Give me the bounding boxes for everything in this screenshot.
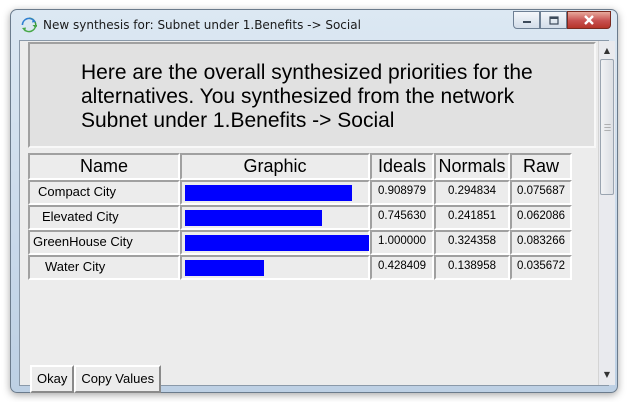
priority-bar-cell	[180, 230, 370, 255]
copy-values-button[interactable]: Copy Values	[74, 365, 162, 393]
priority-bar	[185, 235, 369, 251]
cell-name: Water City	[28, 255, 180, 280]
grip-icon: — — —	[604, 120, 611, 134]
dialog-body: Here are the overall synthesized priorit…	[19, 40, 615, 393]
synthesis-window: New synthesis for: Subnet under 1.Benefi…	[10, 9, 618, 393]
message-line-2: alternatives. You synthesized from the n…	[81, 85, 515, 108]
caption-buttons	[513, 11, 611, 29]
scrollbar-thumb[interactable]: — — —	[600, 59, 614, 195]
cell-raw: 0.062086	[510, 205, 572, 230]
priority-bar-cell	[180, 255, 370, 280]
priority-bar-cell	[180, 205, 370, 230]
cell-raw: 0.083266	[510, 230, 572, 255]
cell-normals: 0.138958	[434, 255, 510, 280]
close-icon	[584, 15, 594, 25]
header-graphic: Graphic	[180, 153, 370, 180]
maximize-icon	[548, 15, 559, 25]
message-panel: Here are the overall synthesized priorit…	[28, 42, 596, 148]
message-line-3: Subnet under 1.Benefits -> Social	[81, 109, 395, 132]
cell-normals: 0.294834	[434, 180, 510, 205]
refresh-sync-icon	[21, 17, 37, 33]
cell-ideals: 0.745630	[370, 205, 434, 230]
maximize-button[interactable]	[540, 11, 567, 29]
cell-ideals: 0.908979	[370, 180, 434, 205]
cell-normals: 0.241851	[434, 205, 510, 230]
scroll-down-arrow-icon[interactable]: ▼	[599, 367, 615, 383]
header-raw: Raw	[510, 153, 572, 180]
scroll-up-arrow-icon[interactable]: ▲	[599, 43, 615, 59]
message-text: Here are the overall synthesized priorit…	[81, 61, 591, 133]
header-name: Name	[28, 153, 180, 180]
priority-bar	[185, 185, 352, 201]
minimize-button[interactable]	[513, 11, 540, 29]
header-ideals: Ideals	[370, 153, 434, 180]
window-title: New synthesis for: Subnet under 1.Benefi…	[43, 18, 361, 32]
cell-name: GreenHouse City	[28, 230, 180, 255]
message-line-1: Here are the overall synthesized priorit…	[81, 61, 533, 84]
okay-button[interactable]: Okay	[30, 365, 75, 393]
dialog-buttons: Okay Copy Values	[30, 365, 162, 393]
priority-bar	[185, 210, 322, 226]
priority-bar	[185, 260, 264, 276]
header-normals: Normals	[434, 153, 510, 180]
priority-bar-cell	[180, 180, 370, 205]
minimize-icon	[522, 21, 531, 23]
cell-name: Compact City	[28, 180, 180, 205]
cell-name: Elevated City	[28, 205, 180, 230]
title-bar[interactable]: New synthesis for: Subnet under 1.Benefi…	[11, 10, 617, 40]
cell-raw: 0.035672	[510, 255, 572, 280]
cell-raw: 0.075687	[510, 180, 572, 205]
close-button[interactable]	[567, 11, 611, 29]
cell-normals: 0.324358	[434, 230, 510, 255]
vertical-scrollbar[interactable]: ▲ — — — ▼	[598, 41, 615, 385]
cell-ideals: 0.428409	[370, 255, 434, 280]
cell-ideals: 1.000000	[370, 230, 434, 255]
